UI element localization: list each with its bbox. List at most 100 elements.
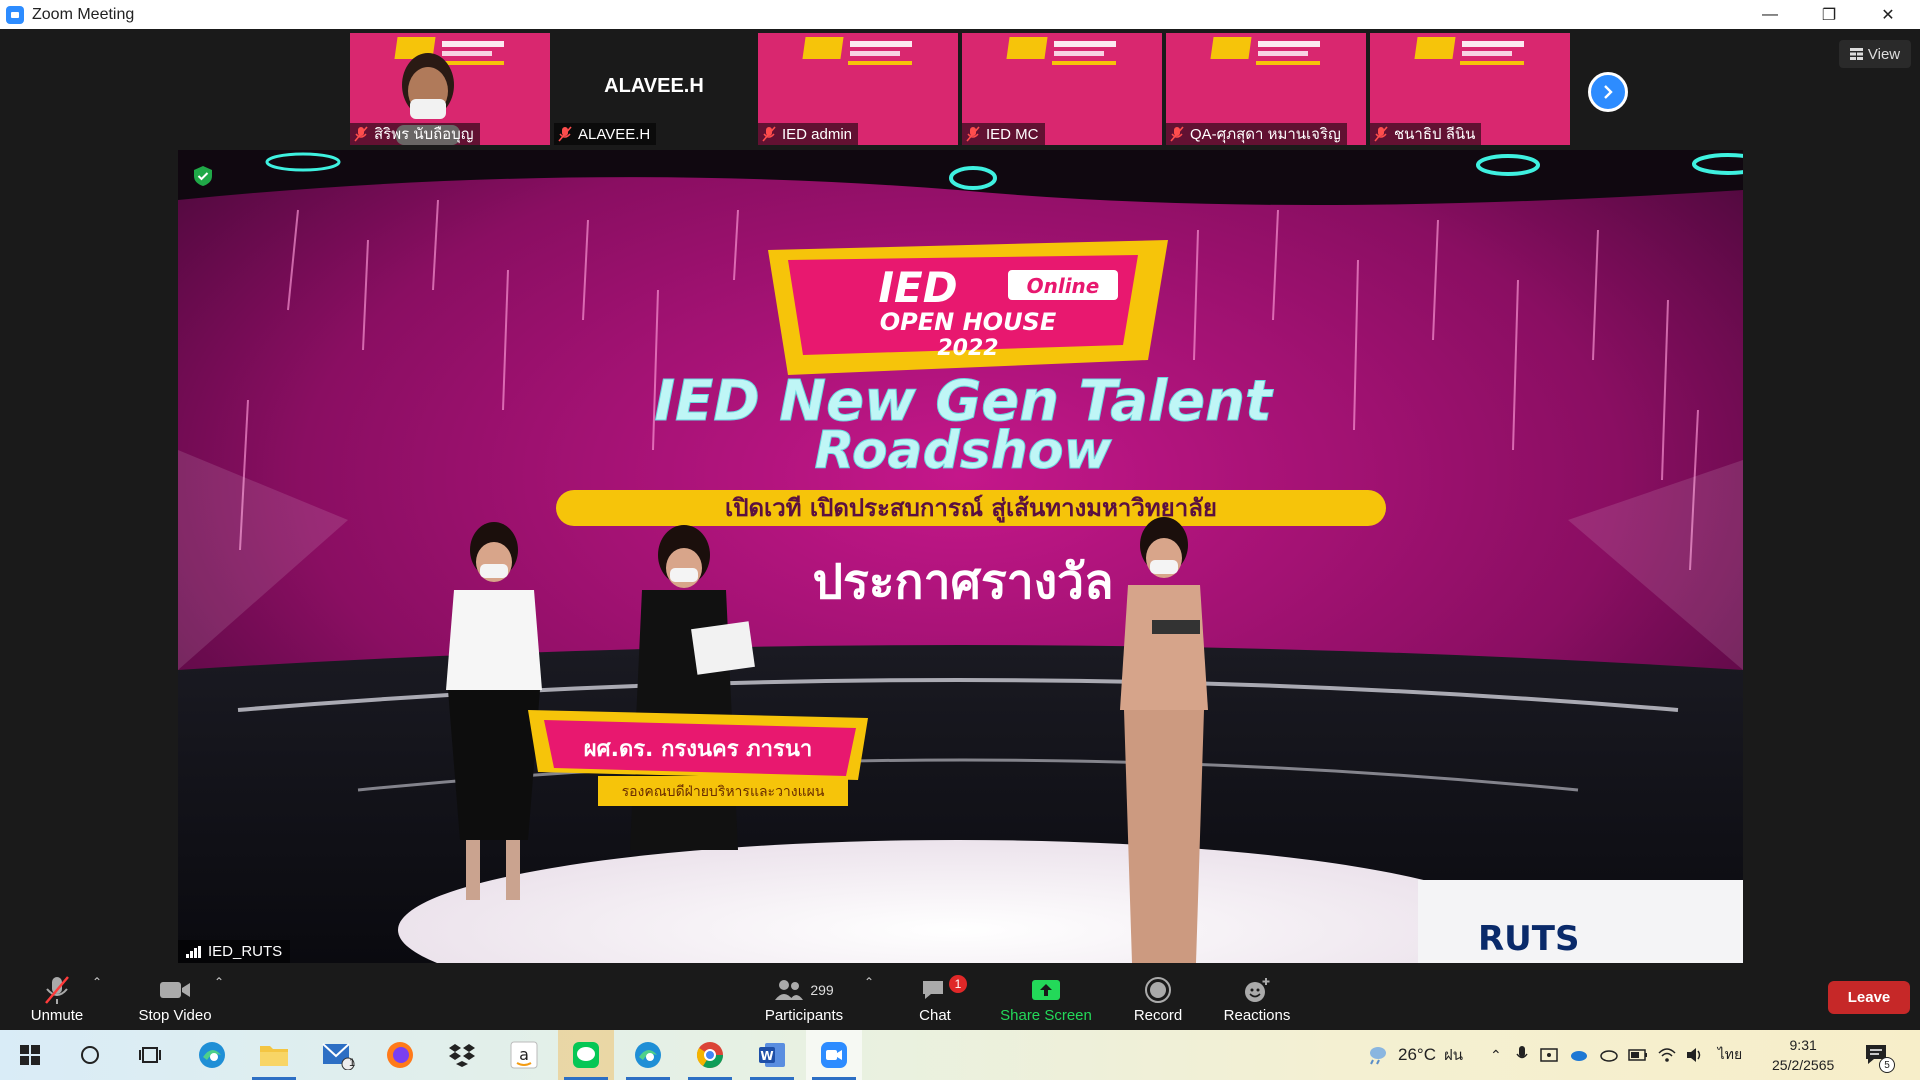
participants-options-caret-icon[interactable]: ⌃ — [864, 975, 874, 989]
logo-tag: Online — [1027, 274, 1100, 298]
zoom-app-icon — [6, 5, 24, 24]
participant-name-label: IED admin — [758, 123, 859, 145]
microphone-icon[interactable] — [1516, 1045, 1528, 1065]
participant-name-label: สิริพร นับถือบุญ — [350, 123, 480, 145]
participants-label: Participants — [764, 1007, 844, 1024]
participant-name-label: ชนาธิป ลีนิน — [1370, 123, 1482, 145]
participant-strip: สิริพร นับถือบุญ ALAVEE.H ALAVEE.H IED a… — [350, 33, 1570, 145]
participant-name-label: ALAVEE.H — [554, 123, 657, 145]
participant-tile[interactable]: ALAVEE.H ALAVEE.H — [554, 33, 754, 145]
taskbar-dropbox[interactable] — [434, 1030, 490, 1080]
dropbox-icon — [449, 1044, 475, 1067]
chat-badge: 1 — [949, 975, 967, 993]
mail-badge: 1 — [349, 1057, 356, 1069]
participant-tile[interactable]: สิริพร นับถือบุญ — [350, 33, 550, 145]
taskbar-chrome[interactable] — [682, 1030, 738, 1080]
logo-year: 2022 — [937, 336, 998, 361]
participant-tile[interactable]: ชนาธิป ลีนิน — [1370, 33, 1570, 145]
unmute-label: Unmute — [30, 1007, 84, 1024]
chrome-icon — [696, 1042, 724, 1069]
amazon-icon: a — [510, 1041, 538, 1069]
participant-name: IED admin — [782, 125, 853, 143]
record-icon — [1145, 977, 1171, 1003]
notification-center-button[interactable]: 5 — [1864, 1030, 1895, 1080]
lower-third-role: รองคณบดีฝ่ายบริหารและวางแผน — [622, 784, 825, 800]
chat-label: Chat — [919, 1007, 951, 1024]
unmute-button[interactable]: Unmute — [20, 963, 94, 1030]
muted-mic-icon — [354, 126, 368, 142]
svg-text:W: W — [760, 1049, 773, 1063]
clock[interactable]: 9:31 25/2/2565 — [1772, 1030, 1834, 1080]
participant-name: QA-ศุภสุดา หมานเจริญ — [1190, 126, 1341, 143]
participant-name-label: IED MC — [962, 123, 1045, 145]
participant-count: 299 — [810, 982, 834, 998]
chat-icon — [923, 981, 943, 999]
chat-button[interactable]: 1 Chat — [912, 963, 967, 1030]
participant-name: ALAVEE.H — [578, 125, 651, 143]
word-icon: W — [759, 1043, 785, 1067]
taskbar-firefox[interactable] — [372, 1030, 428, 1080]
banner-text: เปิดเวที เปิดประสบการณ์ สู่เส้นทางมหาวิท… — [725, 494, 1217, 523]
slide-thumbnail — [1006, 37, 1116, 67]
ied-open-house-logo: Online IED OPEN HOUSE 2022 — [768, 240, 1168, 375]
video-options-caret-icon[interactable]: ⌃ — [214, 975, 224, 989]
volume-icon[interactable] — [1686, 1047, 1704, 1063]
audio-options-caret-icon[interactable]: ⌃ — [92, 975, 102, 989]
muted-mic-icon — [45, 976, 69, 1004]
zoom-icon — [821, 1042, 847, 1068]
share-screen-button[interactable]: Share Screen — [998, 963, 1094, 1030]
minimize-button[interactable]: — — [1741, 0, 1799, 29]
taskbar-zoom[interactable] — [806, 1030, 862, 1080]
view-button[interactable]: View — [1839, 40, 1911, 68]
participant-name: สิริพร นับถือบุญ — [374, 126, 474, 143]
search-button[interactable] — [62, 1030, 118, 1080]
share-screen-label: Share Screen — [1000, 1007, 1092, 1024]
participant-tile[interactable]: IED MC — [962, 33, 1162, 145]
rain-cloud-icon — [1370, 1047, 1386, 1065]
participant-name: ชนาธิป ลีนิน — [1394, 126, 1476, 143]
next-page-button[interactable] — [1588, 72, 1628, 112]
search-circle-icon — [81, 1046, 99, 1064]
signal-strength-icon — [186, 945, 201, 958]
chevron-right-icon — [1604, 85, 1613, 99]
stop-video-button[interactable]: Stop Video — [132, 963, 218, 1030]
taskbar-file-explorer[interactable] — [246, 1030, 302, 1080]
window-title: Zoom Meeting — [32, 5, 135, 23]
task-view-icon — [139, 1047, 161, 1063]
muted-mic-icon — [966, 126, 980, 142]
leave-button[interactable]: Leave — [1828, 981, 1910, 1014]
encryption-shield-icon[interactable] — [192, 165, 214, 187]
onedrive-icon[interactable] — [1568, 1048, 1588, 1062]
task-view-button[interactable] — [122, 1030, 178, 1080]
device-icon[interactable] — [1539, 1046, 1558, 1064]
logo-main: IED — [878, 263, 957, 312]
record-button[interactable]: Record — [1130, 963, 1186, 1030]
taskbar-edge-2[interactable] — [620, 1030, 676, 1080]
announce-text: ประกาศรางวัล — [812, 554, 1113, 610]
reactions-button[interactable]: Reactions — [1222, 963, 1292, 1030]
headline-line-2: Roadshow — [814, 421, 1112, 481]
participants-button[interactable]: 299 Participants — [758, 963, 850, 1030]
active-speaker-label: IED_RUTS — [178, 940, 291, 963]
battery-icon[interactable] — [1627, 1049, 1648, 1061]
participant-tile[interactable]: IED admin — [758, 33, 958, 145]
taskbar-line[interactable] — [558, 1030, 614, 1080]
weather-temp: 26°C — [1398, 1045, 1436, 1064]
show-hidden-icons-chevron-icon[interactable]: ⌃ — [1490, 1047, 1502, 1064]
line-app-icon — [573, 1042, 599, 1068]
taskbar-word[interactable]: W — [744, 1030, 800, 1080]
language-indicator[interactable]: ไทย — [1718, 1044, 1742, 1066]
participant-name: IED MC — [986, 125, 1039, 143]
start-button[interactable] — [2, 1030, 58, 1080]
taskbar-amazon[interactable]: a — [496, 1030, 552, 1080]
wifi-icon[interactable] — [1658, 1047, 1676, 1063]
close-button[interactable]: ✕ — [1859, 0, 1917, 29]
cloud-icon[interactable] — [1598, 1048, 1618, 1062]
participant-tile[interactable]: QA-ศุภสุดา หมานเจริญ — [1166, 33, 1366, 145]
restore-button[interactable]: ❐ — [1800, 0, 1858, 29]
taskbar-edge[interactable] — [184, 1030, 240, 1080]
folder-icon — [260, 1046, 288, 1066]
weather-widget[interactable]: 26°C ฝน — [1366, 1030, 1463, 1080]
taskbar-mail[interactable]: 1 — [310, 1030, 366, 1080]
muted-mic-icon — [558, 126, 572, 142]
